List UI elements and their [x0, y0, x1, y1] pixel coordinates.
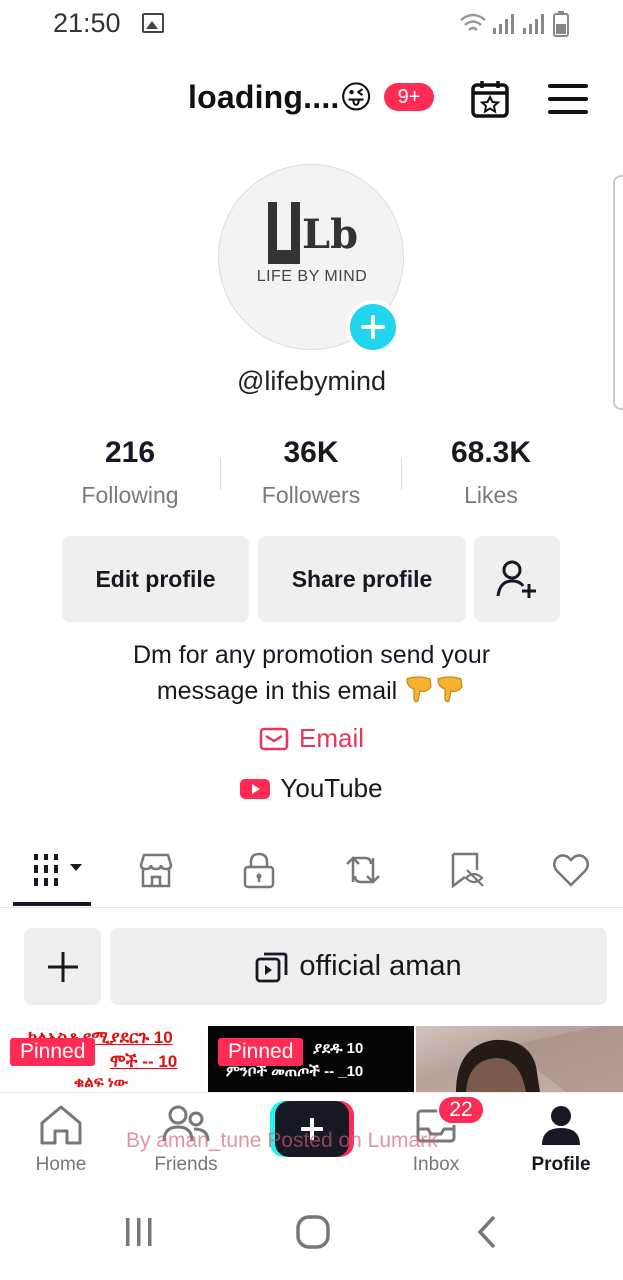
stat-label: Following [81, 482, 179, 508]
logo-text: LIFE BY MIND [256, 268, 368, 285]
life-by-mind-logo: Lb [268, 202, 358, 264]
video-thumbnail[interactable]: ካለአስቶ የሚያደርጉ 10 ሞች -- 10 ቁልፍ ነው Pinned [0, 1026, 206, 1092]
bio-line-2-wrap: message in this email [0, 673, 623, 709]
collection-name: official aman [299, 950, 462, 982]
tab-shop[interactable] [126, 848, 186, 892]
back-icon[interactable] [474, 1214, 502, 1250]
thumbnail-image [456, 1026, 623, 1092]
email-link[interactable]: Email [0, 723, 623, 754]
tab-liked[interactable] [541, 848, 601, 892]
stat-value: 216 [104, 436, 156, 469]
home-icon [40, 1105, 82, 1145]
video-thumbnail[interactable] [416, 1026, 623, 1092]
tab-favorites[interactable] [437, 848, 497, 892]
thumbnail-text: ቁልፍ ነው [74, 1074, 129, 1091]
status-bar: 21:50 [0, 0, 623, 50]
profile-icon [542, 1106, 580, 1145]
youtube-label: YouTube [280, 773, 383, 803]
gallery-notification-icon [142, 13, 164, 33]
video-grid: ካለአስቶ የሚያደርጉ 10 ሞች -- 10 ቁልፍ ነው Pinned ያ… [0, 1026, 623, 1092]
videos-grid-icon [34, 854, 82, 886]
nav-label: Home [35, 1154, 87, 1175]
menu-icon[interactable] [548, 82, 588, 116]
edit-profile-button[interactable]: Edit profile [62, 536, 249, 622]
battery-icon [553, 11, 569, 37]
system-status-icons [460, 11, 569, 37]
tab-reposts[interactable] [333, 848, 393, 892]
content-tabs [0, 836, 623, 908]
youtube-link[interactable]: YouTube [0, 773, 623, 804]
email-label: Email [298, 723, 364, 753]
pinned-label: Pinned [10, 1038, 96, 1066]
profile-header: loading....😜 9+ [0, 60, 623, 132]
tab-private[interactable] [229, 848, 289, 892]
home-button-icon[interactable] [295, 1214, 331, 1250]
recent-apps-icon[interactable] [122, 1215, 156, 1249]
repost-icon [346, 856, 380, 884]
logo-letters: Lb [302, 211, 358, 258]
wifi-icon [460, 13, 486, 31]
stat-followers[interactable]: 36K Followers [221, 436, 401, 509]
shop-icon [139, 853, 173, 888]
youtube-icon [240, 778, 271, 799]
nav-label: Friends [154, 1154, 218, 1175]
collections-bar: official aman [0, 928, 623, 1006]
account-switcher-title[interactable]: loading....😜 [188, 78, 373, 116]
pointing-down-hands-icon [406, 676, 463, 703]
pinned-label: Pinned [218, 1038, 304, 1066]
stat-following[interactable]: 216 Following [40, 436, 220, 509]
inbox-badge: 22 [437, 1095, 485, 1125]
tab-videos[interactable] [30, 848, 90, 892]
profile-stats: 216 Following 36K Followers 68.3K Likes [0, 436, 623, 516]
profile-actions: Edit profile Share profile [0, 536, 623, 622]
system-navigation-bar [0, 1184, 623, 1280]
heart-icon [553, 854, 589, 887]
nav-label: Profile [531, 1154, 591, 1175]
bio-line-2: message in this email [156, 677, 398, 705]
watermark-text: By aman_tune Posted on Lumark [126, 1129, 438, 1152]
bookmark-hidden-icon [451, 852, 484, 889]
bio: Dm for any promotion send your message i… [0, 637, 623, 709]
share-profile-button[interactable]: Share profile [258, 536, 466, 622]
stat-label: Followers [261, 482, 361, 508]
nav-label: Inbox [412, 1154, 460, 1175]
nav-home[interactable]: Home [6, 1103, 116, 1176]
video-thumbnail[interactable]: ያደዱ 10 ምንቦች መጠጦች -- _10 Pinned [208, 1026, 414, 1092]
bio-line-1: Dm for any promotion send your [132, 641, 491, 669]
email-icon [259, 727, 289, 750]
add-friend-icon [496, 560, 536, 598]
stat-value: 68.3K [450, 436, 532, 469]
status-time: 21:50 [53, 8, 121, 38]
playlist-icon [255, 952, 288, 982]
find-friends-button[interactable] [474, 536, 560, 622]
stat-likes[interactable]: 68.3K Likes [401, 436, 581, 509]
signal-icon [493, 14, 544, 34]
thumbnail-text: ሞች -- 10 [110, 1052, 178, 1071]
bottom-navigation: Home Friends Inbox 22 Profile By aman_tu… [0, 1092, 623, 1184]
lock-icon [243, 852, 275, 889]
calendar-star-icon[interactable] [469, 78, 511, 120]
stat-value: 36K [283, 436, 339, 469]
stat-label: Likes [464, 482, 518, 508]
thumbnail-text: ያደዱ 10 [313, 1040, 364, 1057]
plus-icon [47, 951, 78, 982]
add-photo-button[interactable] [346, 300, 400, 354]
plus-icon [361, 315, 385, 339]
active-tab-indicator [13, 902, 91, 906]
username: @lifebymind [237, 366, 386, 396]
nav-profile[interactable]: Profile [506, 1103, 616, 1176]
notification-badge: 9+ [384, 83, 434, 111]
add-collection-button[interactable] [24, 928, 101, 1005]
collection-official-aman[interactable]: official aman [110, 928, 607, 1005]
